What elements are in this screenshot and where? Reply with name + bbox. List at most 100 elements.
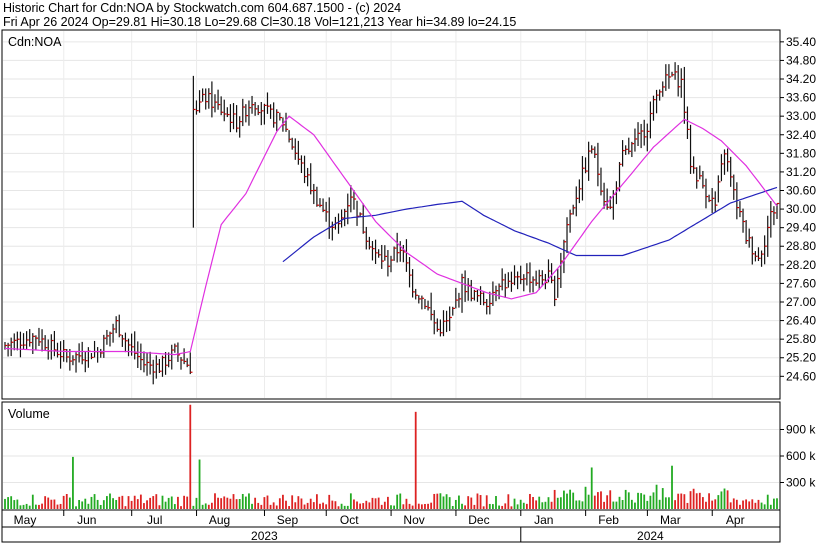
volume-bar [303,504,306,509]
volume-bar [630,499,633,509]
volume-bar [769,504,772,509]
x-axis-months: May Jun Jul Aug Sep Oct Nov Dec Jan Feb Mar Apr [1,510,745,527]
volume-bar [451,505,454,509]
volume-bar [618,496,621,509]
volume-bar [569,489,572,509]
volume-bar [297,496,300,509]
volume-bar [674,500,676,509]
volume-bar [235,499,238,509]
volume-bar [393,505,395,509]
volume-bar [81,501,84,509]
volume-bar [627,492,630,509]
volume-tick-label: 600 k [786,449,816,463]
price-tick-label: 32.40 [786,128,816,142]
volume-bar [109,493,111,509]
month-label: Apr [726,513,745,527]
volume-bar [146,500,148,509]
volume-bar [402,504,405,509]
volume-bar [10,496,13,509]
volume-bar [257,502,260,509]
volume-bar [96,499,99,509]
volume-bar [705,501,707,509]
price-tick-label: 25.20 [786,351,816,365]
volume-bar [161,495,164,509]
volume-bar [593,495,596,509]
volume-bar [498,505,500,509]
volume-bar [671,465,673,509]
volume-bar [232,494,235,509]
volume-bar [695,493,698,509]
volume-bar [507,494,510,509]
volume-bar [217,497,219,509]
volume-bar [535,500,538,509]
volume-bar [309,498,312,509]
volume-bar [689,491,692,509]
price-tick-label: 34.80 [786,53,816,67]
volume-bar [192,505,195,509]
volume-bar [31,494,34,509]
volume-bar [522,502,525,509]
volume-bar [624,489,627,509]
volume-bar [102,500,105,509]
volume-bar [13,500,16,509]
volume-bar [72,456,74,509]
volume-bar [686,502,689,509]
volume-bar [516,504,519,509]
volume-title: Volume [8,407,50,421]
volume-bar [387,496,389,509]
volume-bar [251,503,253,509]
volume-bar [461,503,463,509]
volume-bar [143,503,145,509]
volume-bar [380,504,383,509]
volume-bar [312,502,315,509]
volume-bar [448,497,451,509]
volume-bar [278,498,281,509]
volume-bar [454,499,457,509]
month-label: Nov [403,513,424,527]
price-tick-label: 27.00 [786,295,816,309]
volume-bar [368,502,371,509]
volume-bar [581,501,584,509]
volume-bar [84,498,87,509]
volume-bar [244,496,247,509]
volume-bar [34,504,37,509]
volume-bar [408,503,411,509]
volume-bar [272,502,275,509]
price-tick-label: 24.60 [786,369,816,383]
volume-bar [649,495,652,509]
volume-bar [735,499,738,509]
month-label: Feb [598,513,619,527]
volume-bar [44,496,47,509]
volume-bar [442,496,445,509]
volume-bar [488,503,491,509]
volume-bar [396,494,399,509]
volume-bar [732,498,735,509]
volume-bar [53,499,56,509]
volume-bar [356,501,358,509]
volume-bar [186,496,189,509]
volume-bar [479,495,482,509]
volume-bar [322,502,324,509]
year-label: 2023 [251,529,278,543]
volume-bar [417,503,420,509]
volume-bar [41,503,43,509]
volume-bar [420,504,423,509]
volume-bar [99,504,102,509]
volume-bar [183,495,186,509]
volume-bar [173,504,176,509]
volume-bar [136,499,139,509]
price-tick-label: 31.80 [786,146,816,160]
volume-bar [399,493,402,509]
volume-bar [411,505,414,509]
volume-bar [170,496,173,509]
volume-bar [640,493,643,509]
volume-bar [458,495,460,509]
volume-bar [621,500,624,509]
volume-bar [596,492,599,509]
volume-bar [223,496,226,509]
volume-bar [214,493,216,509]
volume-bar [65,494,68,509]
volume-bar [563,490,565,509]
volume-bar [204,503,207,509]
volume-bar [723,488,726,509]
